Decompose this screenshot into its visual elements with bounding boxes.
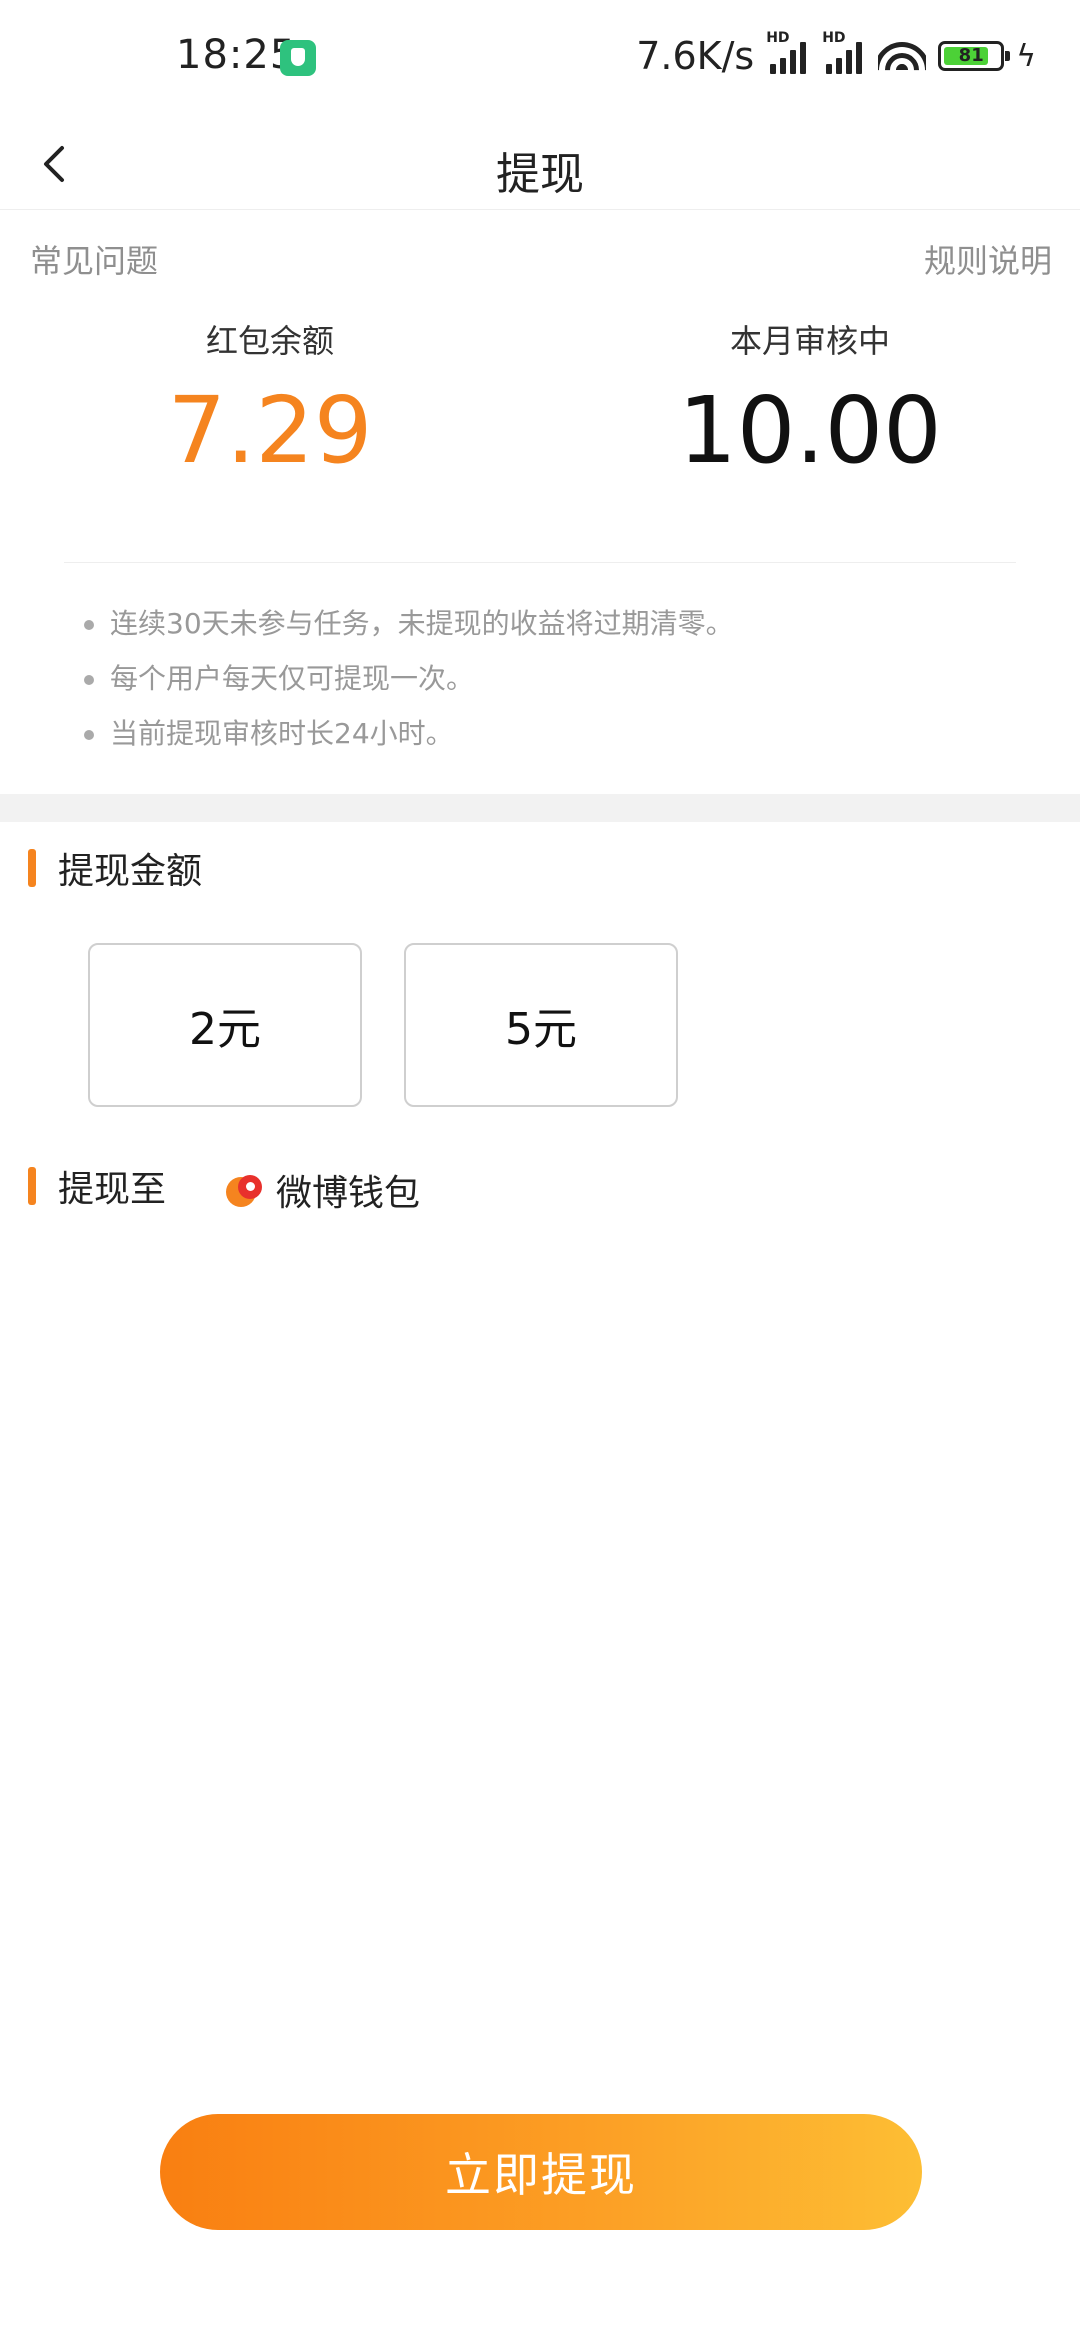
nav-bar: 提现 xyxy=(0,120,1080,210)
battery-icon: 81 xyxy=(938,41,1011,71)
battery-level: 81 xyxy=(958,45,984,66)
reviewing-amount-label: 本月审核中 xyxy=(729,322,890,360)
tip-item: 每个用户每天仅可提现一次。 xyxy=(80,659,1040,714)
divider xyxy=(64,562,1016,563)
page-title: 提现 xyxy=(496,149,584,200)
hd-label-2: HD xyxy=(822,30,846,46)
signal-icon: HD xyxy=(766,30,810,74)
withdraw-now-button[interactable]: 立即提现 xyxy=(160,2114,922,2230)
amount-option-2[interactable]: 2元 xyxy=(88,943,362,1107)
accent-bar xyxy=(28,1167,36,1205)
signal-icon-2: HD xyxy=(822,30,866,74)
red-packet-balance-label: 红包余额 xyxy=(205,322,334,360)
accent-bar xyxy=(28,849,36,887)
status-indicators: 7.6K/s HD HD 81 ϟ xyxy=(636,30,1036,80)
wifi-icon xyxy=(878,38,927,74)
weibo-wallet-icon xyxy=(226,1171,264,1209)
status-time: 18:25 xyxy=(176,32,297,78)
wallet-name: 微博钱包 xyxy=(276,1173,421,1214)
red-packet-balance-value: 7.29 xyxy=(167,377,373,484)
tips-list: 连续30天未参与任务，未提现的收益将过期清零。 每个用户每天仅可提现一次。 当前… xyxy=(80,604,1040,769)
amount-option-5[interactable]: 5元 xyxy=(404,943,678,1107)
faq-link[interactable]: 常见问题 xyxy=(30,236,158,282)
reviewing-amount-value: 10.00 xyxy=(678,377,942,484)
amount-section-title: 提现金额 xyxy=(28,848,202,892)
hd-label: HD xyxy=(766,30,790,46)
network-speed: 7.6K/s xyxy=(636,34,755,78)
tip-item: 连续30天未参与任务，未提现的收益将过期清零。 xyxy=(80,604,1040,659)
withdraw-to-title: 提现至 xyxy=(28,1166,166,1210)
section-separator xyxy=(0,794,1080,822)
withdraw-to-label: 提现至 xyxy=(58,1169,167,1210)
tip-item: 当前提现审核时长24小时。 xyxy=(80,714,1040,769)
shield-icon xyxy=(280,40,316,76)
rules-link[interactable]: 规则说明 xyxy=(924,236,1052,282)
amount-section-label: 提现金额 xyxy=(58,851,203,892)
charging-icon: ϟ xyxy=(1016,38,1036,74)
status-bar: 18:25 7.6K/s HD HD 81 ϟ xyxy=(0,0,1080,120)
wallet-option[interactable]: 微博钱包 xyxy=(226,1164,420,1216)
